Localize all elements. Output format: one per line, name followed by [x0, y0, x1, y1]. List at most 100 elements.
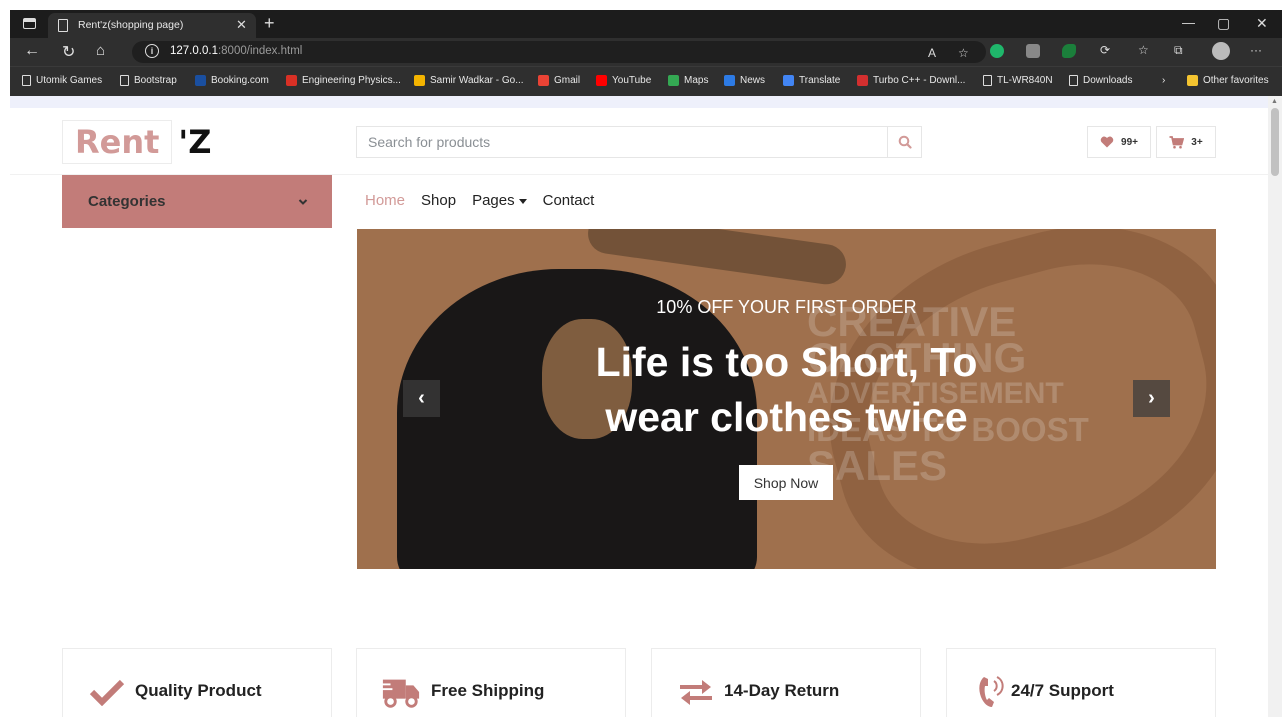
profile-avatar[interactable]: [1212, 42, 1230, 60]
exchange-arrows-icon: [676, 674, 716, 710]
bookmark-item[interactable]: Bootstrap: [120, 75, 177, 86]
hero-headline: Life is too Short, To wear clothes twice: [595, 339, 978, 440]
more-menu-icon[interactable]: ···: [1250, 43, 1262, 57]
check-icon: [87, 674, 127, 710]
bookmark-item[interactable]: Utomik Games: [22, 75, 102, 86]
home-icon[interactable]: ⌂: [96, 42, 105, 59]
feature-label: 24/7 Support: [1011, 681, 1114, 700]
cart-button[interactable]: 3+: [1156, 126, 1216, 158]
nav-pages[interactable]: Pages: [472, 192, 527, 209]
feature-label: 14-Day Return: [724, 681, 840, 700]
page-icon: [120, 75, 129, 86]
maps-icon: [668, 75, 679, 86]
page-scrollbar[interactable]: ▲: [1268, 96, 1282, 717]
logo-z: 'Z: [178, 123, 212, 161]
hero-subtitle: 10% OFF YOUR FIRST ORDER: [656, 297, 917, 317]
tab-close-icon[interactable]: ✕: [236, 17, 247, 33]
folder-icon: [1187, 75, 1198, 86]
bookmark-item[interactable]: News: [724, 75, 765, 86]
scroll-thumb[interactable]: [1271, 108, 1279, 176]
window-close-icon[interactable]: ✕: [1256, 15, 1268, 32]
scroll-up-icon[interactable]: ▲: [1271, 98, 1278, 105]
feature-shipping: Free Shipping: [356, 648, 626, 717]
hero-carousel: CREATIVE CLOTHING ADVERTISEMENT IDEAS TO…: [357, 229, 1216, 569]
bookmark-item[interactable]: Samir Wadkar - Go...: [414, 75, 524, 86]
page-icon: [58, 19, 68, 32]
carousel-prev-icon[interactable]: ‹: [403, 380, 440, 417]
main-nav: Home Shop Pages Contact: [365, 192, 594, 209]
bookmark-item[interactable]: Booking.com: [195, 75, 269, 86]
bookmark-item[interactable]: TL-WR840N: [983, 75, 1053, 86]
feature-label: Free Shipping: [431, 681, 545, 700]
address-row: ← ↻ ⌂ i 127.0.0.1:8000/index.html A ☆ ⟳ …: [10, 38, 1282, 66]
page-icon: [22, 75, 31, 86]
bookmark-label: Maps: [684, 75, 709, 86]
search-button[interactable]: [887, 127, 921, 157]
nav-home[interactable]: Home: [365, 192, 405, 209]
address-bar[interactable]: i 127.0.0.1:8000/index.html A ☆: [132, 41, 986, 63]
booking-icon: [195, 75, 206, 86]
other-favorites[interactable]: Other favorites: [1187, 75, 1269, 86]
bookmark-label: Translate: [799, 75, 841, 86]
wishlist-count: 99+: [1121, 136, 1138, 148]
bookmark-item[interactable]: Engineering Physics...: [286, 75, 401, 86]
bookmarks-bar: › Other favorites Utomik Games Bootstrap B…: [10, 66, 1282, 96]
bookmark-item[interactable]: Translate: [783, 75, 840, 86]
browser-tab[interactable]: Rent'z(shopping page) ✕: [48, 13, 256, 38]
favorite-add-icon[interactable]: ☆: [958, 46, 969, 60]
bookmark-label: Engineering Physics...: [302, 75, 401, 86]
shipping-truck-icon: [381, 674, 421, 710]
maximize-icon[interactable]: ▢: [1217, 15, 1230, 32]
search-input[interactable]: [357, 127, 887, 157]
logo-rent: Rent: [62, 120, 173, 164]
drive-icon: [414, 75, 425, 86]
wishlist-button[interactable]: 99+: [1087, 126, 1151, 158]
extensions-puzzle-icon[interactable]: ⟳: [1100, 43, 1110, 57]
carousel-next-icon[interactable]: ›: [1133, 380, 1170, 417]
turbo-icon: [857, 75, 868, 86]
bookmark-item[interactable]: Downloads: [1069, 75, 1132, 86]
bookmark-label: Booking.com: [211, 75, 269, 86]
favorites-icon[interactable]: ☆: [1138, 43, 1149, 57]
nav-contact[interactable]: Contact: [543, 192, 595, 209]
back-icon[interactable]: ←: [24, 42, 40, 60]
shop-now-button[interactable]: Shop Now: [739, 465, 833, 500]
bookmark-label: Utomik Games: [36, 75, 103, 86]
new-tab-icon[interactable]: +: [264, 13, 275, 34]
categories-dropdown[interactable]: Categories: [62, 175, 332, 228]
bookmark-label: Turbo C++ - Downl...: [873, 75, 966, 86]
window-menu-icon[interactable]: [23, 18, 36, 29]
bookmark-item[interactable]: YouTube: [596, 75, 651, 86]
youtube-icon: [596, 75, 607, 86]
refresh-icon[interactable]: ↻: [62, 42, 75, 62]
bookmark-item[interactable]: Maps: [668, 75, 708, 86]
bookmark-item[interactable]: Turbo C++ - Downl...: [857, 75, 965, 86]
bookmark-label: TL-WR840N: [997, 75, 1053, 86]
bookmark-label: Samir Wadkar - Go...: [430, 75, 524, 86]
browser-chrome: Rent'z(shopping page) ✕ + — ▢ ✕ ← ↻ ⌂ i …: [10, 10, 1282, 96]
bookmark-label: Downloads: [1083, 75, 1133, 86]
search-form: [356, 126, 922, 158]
collections-icon[interactable]: ⧉: [1174, 43, 1183, 58]
nav-shop[interactable]: Shop: [421, 192, 456, 209]
news-icon: [724, 75, 735, 86]
feature-support: 24/7 Support: [946, 648, 1216, 717]
web-page: Rent 'Z 99+ 3+ Categories Home Shop Page…: [10, 96, 1268, 717]
bookmark-label: Bootstrap: [134, 75, 177, 86]
read-aloud-icon[interactable]: A: [928, 46, 936, 60]
heart-icon: [1100, 136, 1114, 148]
page-icon: [1069, 75, 1078, 86]
minimize-icon[interactable]: —: [1182, 15, 1195, 30]
extension-icon[interactable]: [1026, 44, 1040, 58]
search-icon: [898, 135, 912, 149]
caret-down-icon: [518, 198, 527, 204]
top-strip: [10, 96, 1268, 108]
grammarly-extension-icon[interactable]: [990, 44, 1004, 58]
pdf-icon: [286, 75, 297, 86]
bookmarks-overflow-icon[interactable]: ›: [1162, 75, 1165, 86]
site-logo[interactable]: Rent 'Z: [62, 117, 211, 167]
bookmark-item[interactable]: Gmail: [538, 75, 580, 86]
meet-extension-icon[interactable]: [1062, 44, 1076, 58]
site-info-icon[interactable]: i: [145, 44, 159, 58]
cart-count: 3+: [1191, 136, 1203, 148]
